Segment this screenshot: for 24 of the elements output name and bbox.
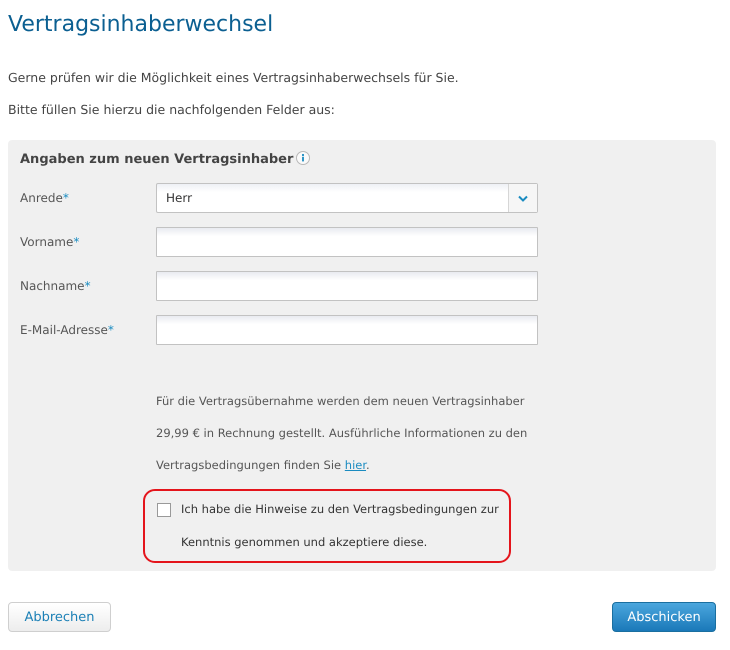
intro-text: Gerne prüfen wir die Möglichkeit eines Vertragsinhaberwechsels für Sie. bbox=[8, 70, 460, 86]
required-mark: * bbox=[108, 323, 114, 337]
chevron-down-icon bbox=[518, 194, 528, 202]
required-mark: * bbox=[73, 235, 80, 249]
info-text: Für die Vertragsübernahme werden dem neuen Vertragsinhaber 29,99 € in Rechnung gestellt. Ausführliche Informationen zu den Vertragsbedingungen finden Sie hier. bbox=[156, 393, 528, 474]
required-mark: * bbox=[62, 191, 69, 205]
checkbox[interactable] bbox=[157, 503, 171, 517]
field-label: Anrede bbox=[20, 191, 63, 205]
input-field[interactable] bbox=[156, 315, 538, 345]
required-mark: * bbox=[84, 279, 91, 293]
salutation-dropdown[interactable]: Herr bbox=[156, 183, 538, 213]
page-title: Vertragsinhaberwechsel bbox=[8, 11, 274, 39]
input-field[interactable] bbox=[156, 227, 538, 257]
field-label: E-Mail-Adresse bbox=[20, 323, 108, 337]
submit-button[interactable]: Abschicken bbox=[612, 602, 716, 632]
terms-link[interactable]: hier bbox=[344, 458, 366, 472]
input-field[interactable] bbox=[156, 271, 538, 301]
info-icon[interactable] bbox=[296, 151, 310, 165]
field-label: Vorname bbox=[20, 235, 74, 249]
consent-label: Ich habe die Hinweise zu den Vertragsbedingungen zur Kenntnis genommen und akzeptiere diese. bbox=[181, 501, 499, 551]
field-label: Nachname bbox=[20, 279, 85, 293]
cancel-button[interactable]: Abbrechen bbox=[8, 602, 111, 632]
intro-text: Bitte füllen Sie hierzu die nachfolgenden Felder aus: bbox=[8, 102, 336, 118]
section-heading: Angaben zum neuen Vertragsinhaber bbox=[20, 152, 294, 167]
